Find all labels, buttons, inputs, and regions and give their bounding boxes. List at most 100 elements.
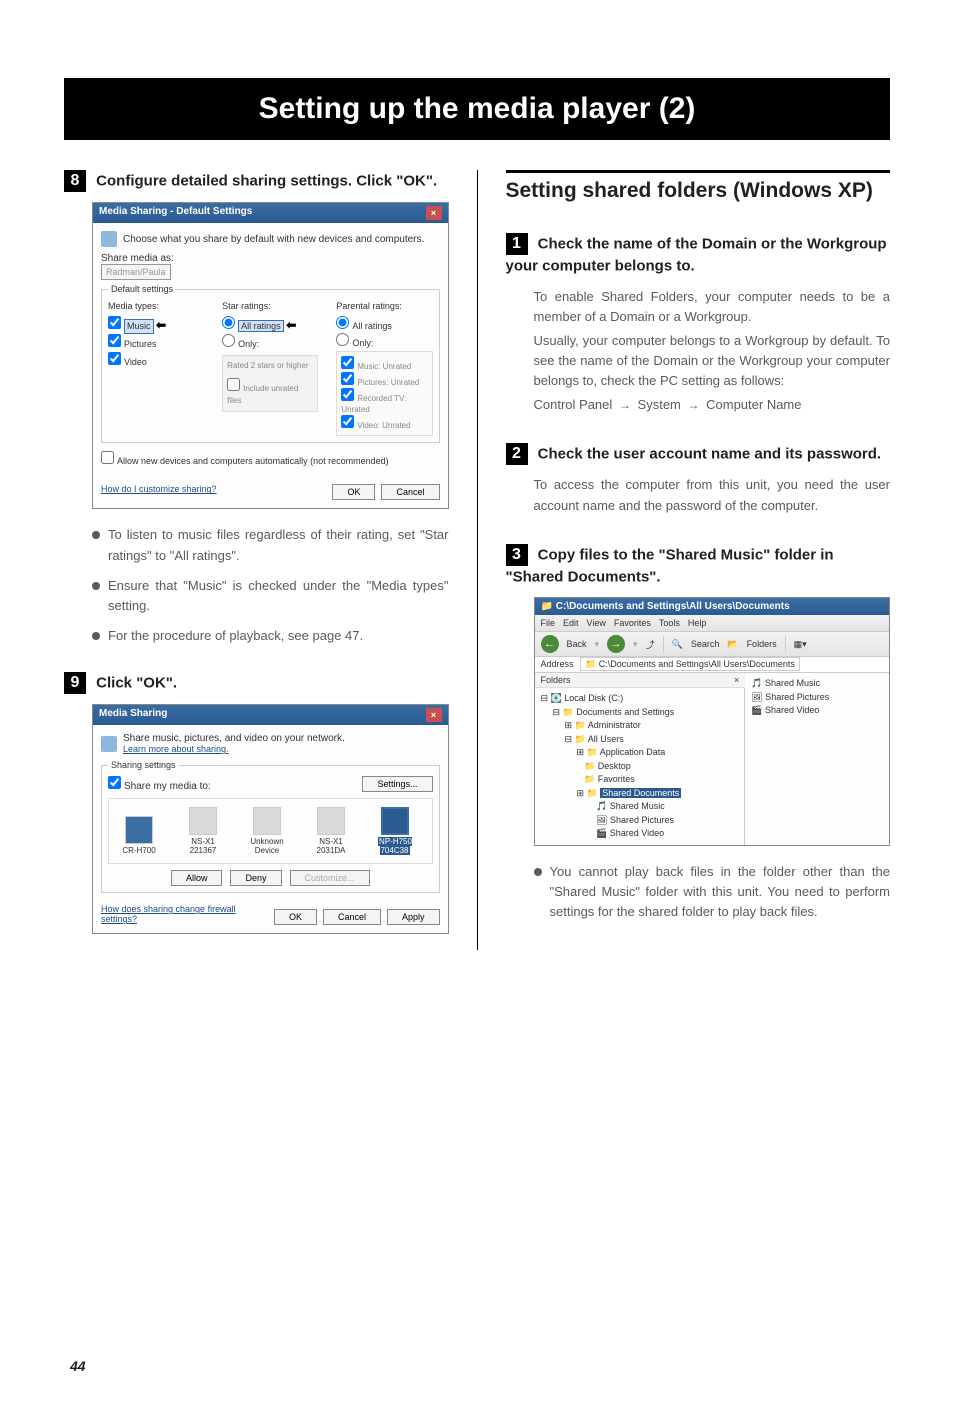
folder-tree: ⊟ 💽 Local Disk (C:) ⊟ 📁 Documents and Se… — [535, 688, 746, 845]
step-3-badge: 3 — [506, 544, 528, 566]
list-item[interactable]: Shared Pictures — [765, 692, 829, 702]
menu-view[interactable]: View — [587, 618, 606, 628]
step-9-badge: 9 — [64, 672, 86, 694]
tree-shared-music[interactable]: Shared Music — [610, 801, 665, 811]
rating-video-check[interactable] — [341, 415, 354, 428]
back-label[interactable]: Back — [567, 639, 587, 649]
ok-button[interactable]: OK — [274, 909, 317, 925]
device-icon[interactable] — [253, 807, 281, 835]
step-2-p1: To access the computer from this unit, y… — [534, 475, 891, 515]
menu-file[interactable]: File — [541, 618, 556, 628]
allow-new-label: Allow new devices and computers automati… — [117, 456, 389, 466]
ss2-titlebar: Media Sharing × — [93, 705, 448, 725]
list-item[interactable]: Shared Music — [765, 678, 820, 688]
device-icon[interactable] — [381, 807, 409, 835]
menu-help[interactable]: Help — [688, 618, 707, 628]
device-icon[interactable] — [189, 807, 217, 835]
sharing-settings-fieldset: Sharing settings Share my media to: Sett… — [101, 760, 440, 893]
tree-favorites[interactable]: Favorites — [598, 774, 635, 784]
step-9-title: Click "OK". — [96, 675, 177, 692]
tree-allusers[interactable]: All Users — [588, 734, 624, 744]
allow-new-checkbox[interactable] — [101, 451, 114, 464]
cancel-button[interactable]: Cancel — [381, 484, 439, 500]
path-b: System — [638, 397, 681, 412]
search-label[interactable]: Search — [691, 639, 720, 649]
arrow-icon: ⬅ — [156, 318, 166, 332]
list-item[interactable]: Shared Video — [765, 705, 819, 715]
learn-more-link[interactable]: Learn more about sharing. — [123, 744, 345, 754]
menu-tools[interactable]: Tools — [659, 618, 680, 628]
close-pane-icon[interactable]: × — [734, 675, 739, 685]
folders-icon[interactable]: 📂 — [727, 639, 738, 650]
include-unrated-checkbox[interactable] — [227, 378, 240, 391]
explorer-menubar: File Edit View Favorites Tools Help — [535, 615, 890, 632]
device-icon[interactable] — [317, 807, 345, 835]
tree-local-disk[interactable]: Local Disk (C:) — [564, 693, 623, 703]
settings-button[interactable]: Settings... — [362, 776, 432, 792]
customize-button[interactable]: Customize... — [290, 870, 370, 886]
star-all-radio[interactable] — [222, 316, 235, 329]
firewall-link[interactable]: How does sharing change firewall setting… — [101, 904, 274, 924]
device-icon[interactable] — [125, 816, 153, 844]
device-item: CR-H700 — [113, 816, 165, 855]
rating-pics-check[interactable] — [341, 372, 354, 385]
screenshot-explorer: 📁 C:\Documents and Settings\All Users\Do… — [534, 597, 891, 846]
ss1-share-as-label: Share media as: — [101, 253, 440, 264]
address-path: C:\Documents and Settings\All Users\Docu… — [599, 659, 795, 669]
back-button-icon[interactable]: ← — [541, 635, 559, 653]
close-icon[interactable]: × — [426, 708, 442, 722]
parental-only-radio[interactable] — [336, 333, 349, 346]
close-icon[interactable]: × — [426, 206, 442, 220]
star-rated-label: Rated 2 stars or higher — [227, 360, 313, 372]
up-icon[interactable]: ⤴ — [646, 638, 655, 651]
address-label: Address — [541, 659, 574, 669]
deny-button[interactable]: Deny — [230, 870, 281, 886]
arrow-right-icon: → — [616, 398, 634, 412]
allow-button[interactable]: Allow — [171, 870, 223, 886]
right-column: Setting shared folders (Windows XP) 1 Ch… — [506, 170, 891, 950]
bullet-row: You cannot play back files in the folder… — [534, 862, 891, 922]
tree-desktop[interactable]: Desktop — [598, 761, 631, 771]
bullet-icon — [92, 632, 100, 640]
menu-favorites[interactable]: Favorites — [614, 618, 651, 628]
search-icon[interactable]: 🔍 — [672, 639, 683, 650]
address-input[interactable]: 📁 C:\Documents and Settings\All Users\Do… — [580, 657, 800, 671]
share-to-label: Share my media to: — [124, 781, 211, 792]
content-columns: 8 Configure detailed sharing settings. C… — [0, 140, 954, 950]
forward-button-icon[interactable]: → — [607, 635, 625, 653]
rating-tv-check[interactable] — [341, 388, 354, 401]
share-as-input[interactable]: Radman/Paula — [101, 264, 171, 280]
apply-button[interactable]: Apply — [387, 909, 440, 925]
section-heading: Setting shared folders (Windows XP) — [506, 170, 891, 203]
parental-only-label: Only: — [352, 338, 373, 348]
video-checkbox[interactable] — [108, 352, 121, 365]
star-all-label: All ratings — [238, 320, 284, 332]
views-icon[interactable]: ▦▾ — [794, 639, 807, 650]
address-bar: Address 📁 C:\Documents and Settings\All … — [535, 657, 890, 673]
rating-music-check[interactable] — [341, 356, 354, 369]
ok-button[interactable]: OK — [332, 484, 375, 500]
star-only-radio[interactable] — [222, 334, 235, 347]
pictures-checkbox[interactable] — [108, 334, 121, 347]
tree-shared-docs[interactable]: Shared Documents — [600, 788, 681, 798]
cancel-button[interactable]: Cancel — [323, 909, 381, 925]
step-1-path: Control Panel → System → Computer Name — [534, 395, 891, 415]
folders-header: Folders × — [535, 673, 746, 688]
ss1-title: Media Sharing - Default Settings — [99, 206, 252, 220]
step-2-badge: 2 — [506, 443, 528, 465]
menu-edit[interactable]: Edit — [563, 618, 579, 628]
share-my-media-checkbox[interactable] — [108, 776, 121, 789]
device-label: CR-H700 — [122, 846, 155, 855]
music-checkbox[interactable] — [108, 316, 121, 329]
parental-all-radio[interactable] — [336, 316, 349, 329]
tree-admin[interactable]: Administrator — [588, 720, 641, 730]
tree-docset[interactable]: Documents and Settings — [576, 707, 674, 717]
customize-link[interactable]: How do I customize sharing? — [101, 484, 217, 494]
folders-label[interactable]: Folders — [747, 639, 777, 649]
tree-appdata[interactable]: Application Data — [600, 747, 666, 757]
tree-shared-pics[interactable]: Shared Pictures — [610, 815, 674, 825]
ss3-titlebar: 📁 C:\Documents and Settings\All Users\Do… — [535, 598, 890, 615]
bullet-row: For the procedure of playback, see page … — [92, 626, 449, 646]
step-1-title: Check the name of the Domain or the Work… — [506, 236, 887, 275]
tree-shared-video[interactable]: Shared Video — [610, 828, 664, 838]
